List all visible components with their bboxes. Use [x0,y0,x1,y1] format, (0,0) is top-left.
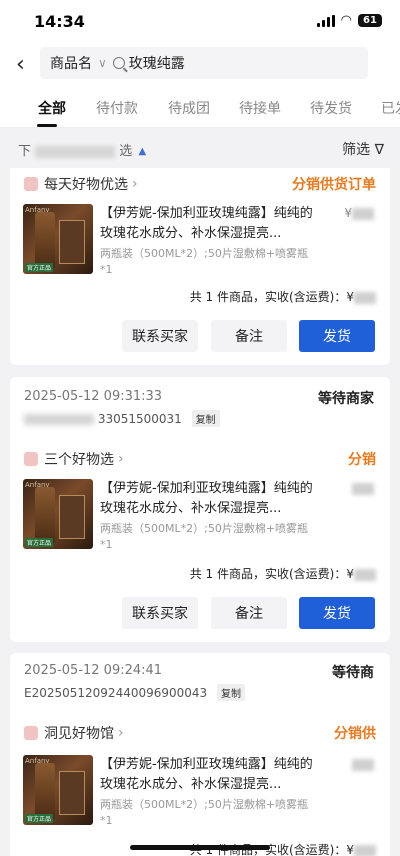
shop-name[interactable]: 洞见好物馆 › [24,723,124,743]
chevron-down-icon[interactable]: ∨ [98,56,107,70]
copy-button[interactable]: 复制 [191,410,220,427]
filter-icon: ∇ [374,142,384,158]
search-field-select[interactable]: 商品名 [50,53,92,73]
contact-buyer-button[interactable]: 联系买家 [122,597,198,629]
product-spec: 两瓶装（500ML*2）;50片湿敷棉+喷雾瓶*1 [100,247,309,276]
tab-all[interactable]: 全部 [38,98,66,118]
order-total: 共 1 件商品，实收(含运费)：¥ [190,565,376,582]
product-spec: 两瓶装（500ML*2）;50片湿敷棉+喷雾瓶*1 [100,798,309,827]
back-icon[interactable]: ‹ [16,52,25,77]
note-button[interactable]: 备注 [211,597,287,629]
time-filter[interactable]: 下 选 ▲ [18,140,146,159]
order-type-tag: 分销 [348,452,376,468]
search-icon [112,57,125,69]
shop-icon [24,177,38,191]
note-button[interactable]: 备注 [211,320,287,352]
signal-icon [316,14,335,27]
tab-shipped[interactable]: 已发 [381,98,400,118]
filter-button[interactable]: 筛选 ∇ [342,139,384,159]
home-indicator [130,845,270,850]
ship-button[interactable]: 发货 [299,320,375,352]
wifi-icon: ◠ [340,13,352,28]
order-status-tabs: 全部 待付款 待成团 待接单 待发货 已发 [0,86,400,128]
order-date: 2025-05-12 09:31:33 [24,389,163,404]
order-type-tag: 分销供货订单 [292,177,376,193]
product-title[interactable]: 【伊芳妮-保加利亚玫瑰纯露】纯纯的玫瑰花水成分、补水保湿提亮... [100,204,320,244]
order-id: 33051500031 复制 [24,410,220,427]
status-bar: 14:34 ◠ 61 [0,0,400,44]
tab-unpaid[interactable]: 待付款 [96,98,138,118]
product-image[interactable]: Anfany 官方正品 [23,755,93,825]
order-card: 每天好物优选 › 分销供货订单 Anfany 官方正品 【伊芳妮-保加利亚玫瑰纯… [10,168,390,365]
order-card: 2025-05-12 09:31:33 等待商家 33051500031 复制 … [10,377,390,642]
shop-icon [24,726,38,740]
filter-bar: 下 选 ▲ 筛选 ∇ [0,128,400,168]
chevron-right-icon: › [118,451,124,467]
order-card: 2025-05-12 09:24:41 等待商 E202505120924400… [10,653,390,856]
product-title[interactable]: 【伊芳妮-保加利亚玫瑰纯露】纯纯的玫瑰花水成分、补水保湿提亮... [100,755,320,795]
order-total: 共 1 件商品，实收(含运费)：¥ [190,288,376,305]
unit-price [352,481,374,495]
order-id: E20250512092440096900043 复制 [24,684,246,701]
active-tab-indicator [37,124,57,127]
shop-name[interactable]: 每天好物优选 › [24,174,138,194]
order-status: 等待商 [332,665,374,681]
unit-price: ¥ [344,206,374,220]
product-spec: 两瓶装（500ML*2）;50片湿敷棉+喷雾瓶*1 [100,522,309,551]
tab-ship[interactable]: 待发货 [310,98,352,118]
order-status: 等待商家 [318,391,374,407]
unit-price [352,757,374,771]
tab-group[interactable]: 待成团 [168,98,210,118]
battery-icon: 61 [358,14,382,27]
tab-accept[interactable]: 待接单 [239,98,281,118]
shop-name[interactable]: 三个好物选 › [24,449,124,469]
ship-button[interactable]: 发货 [299,597,375,629]
chevron-right-icon: › [118,725,124,741]
search-input[interactable]: 商品名 ∨ 玫瑰纯露 [40,47,368,79]
search-query[interactable]: 玫瑰纯露 [129,53,185,73]
shop-icon [24,452,38,466]
order-date: 2025-05-12 09:24:41 [24,663,163,678]
product-title[interactable]: 【伊芳妮-保加利亚玫瑰纯露】纯纯的玫瑰花水成分、补水保湿提亮... [100,479,320,519]
chevron-right-icon: › [132,176,138,192]
order-type-tag: 分销供 [334,726,376,742]
copy-button[interactable]: 复制 [217,684,246,701]
status-icons: ◠ 61 [316,13,382,28]
clock: 14:34 [34,12,85,31]
contact-buyer-button[interactable]: 联系买家 [122,320,198,352]
search-header: ‹ 商品名 ∨ 玫瑰纯露 [0,44,400,86]
product-image[interactable]: Anfany 官方正品 [23,479,93,549]
product-image[interactable]: Anfany 官方正品 [23,204,93,274]
sort-icon[interactable]: ▲ [138,146,146,157]
